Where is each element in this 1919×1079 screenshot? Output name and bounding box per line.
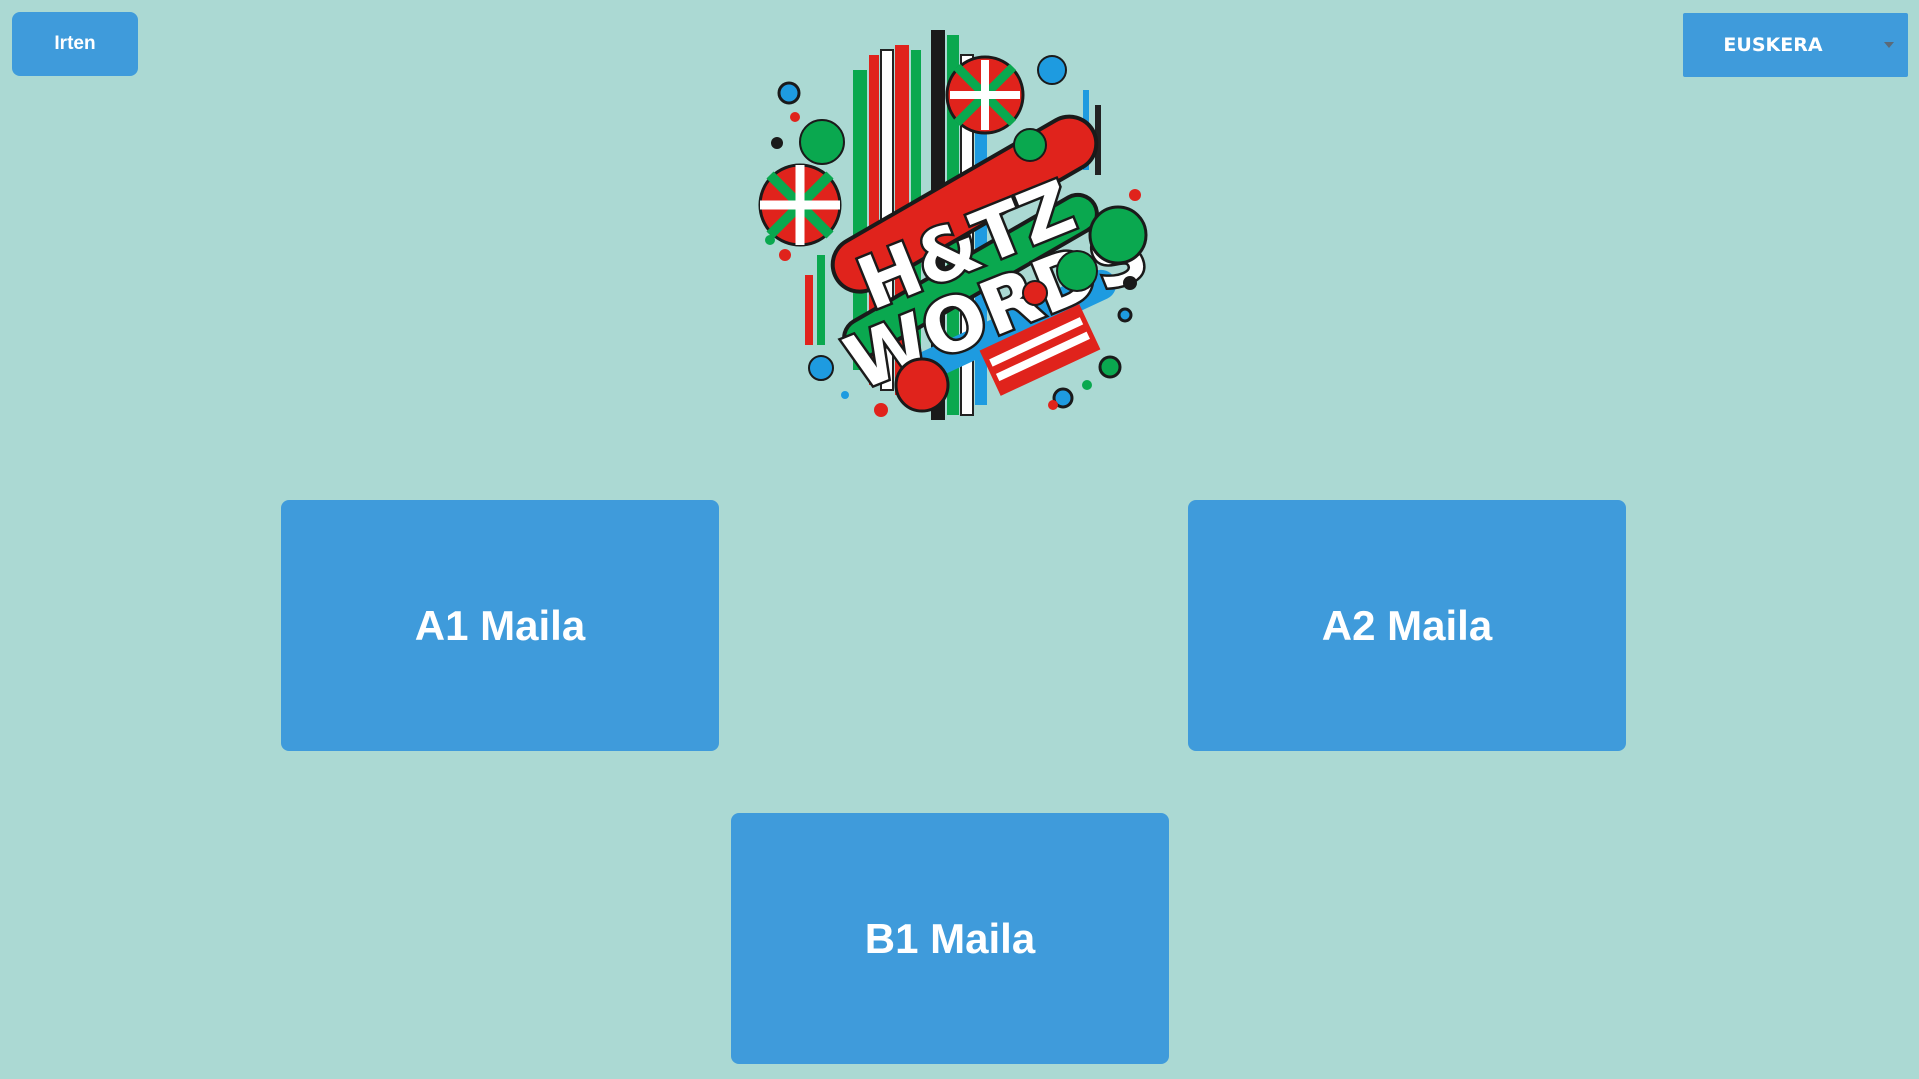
- app-logo: H&TZ WORDS: [755, 25, 1162, 435]
- exit-button[interactable]: Irten: [12, 12, 138, 76]
- logo-graphic: H&TZ WORDS: [758, 30, 1162, 420]
- chevron-down-icon[interactable]: [1884, 42, 1894, 48]
- level-b1-button[interactable]: B1 Maila: [731, 813, 1169, 1064]
- level-a1-button[interactable]: A1 Maila: [281, 500, 719, 751]
- language-select[interactable]: EUSKERA: [1683, 13, 1908, 77]
- level-a2-button[interactable]: A2 Maila: [1188, 500, 1626, 751]
- language-select-value: EUSKERA: [1723, 34, 1823, 56]
